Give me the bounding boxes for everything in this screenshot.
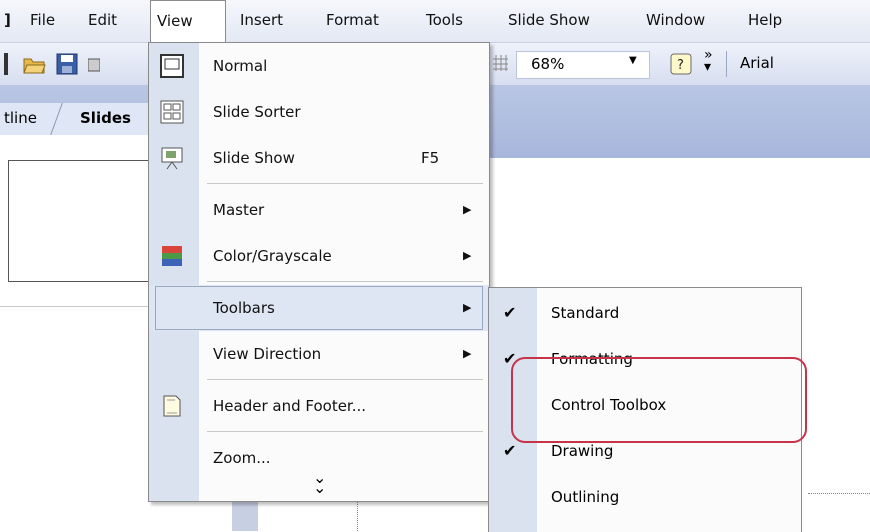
view-menu: Normal Slide Sorter Slide Show F5 Master… (148, 42, 490, 502)
menu-help[interactable]: Help (748, 0, 782, 42)
save-icon[interactable] (56, 53, 78, 79)
menu-file[interactable]: File (30, 0, 55, 42)
normal-view-icon (160, 54, 184, 78)
view-menu-item-color-grayscale[interactable]: Color/Grayscale ▶ (149, 233, 489, 279)
check-icon: ✔ (503, 303, 517, 322)
view-menu-label: Normal (213, 57, 268, 75)
window-edge-glyph: ] (4, 11, 11, 29)
toolbar-separator (726, 51, 727, 77)
pane-tabs: tline Slides (0, 103, 150, 135)
menu-separator (207, 183, 483, 184)
menu-tools[interactable]: Tools (426, 0, 463, 42)
color-grayscale-icon (160, 244, 184, 268)
tab-outline[interactable]: tline (4, 109, 37, 127)
toolbar-overflow-icon[interactable]: » ▾ (704, 48, 713, 74)
view-menu-label: Slide Show (213, 149, 295, 167)
menu-insert[interactable]: Insert (240, 0, 283, 42)
slide-show-icon (160, 146, 184, 170)
toolbar-item-label: Outlining (551, 488, 620, 506)
submenu-arrow-icon: ▶ (463, 301, 472, 314)
toolbar-item-outlining[interactable]: Outlining (489, 474, 801, 520)
pane-splitter[interactable] (232, 500, 258, 531)
menu-format[interactable]: Format (326, 0, 379, 42)
open-folder-icon[interactable] (22, 53, 46, 79)
shortcut-label: F5 (421, 149, 440, 167)
highlight-border (155, 286, 483, 330)
zoom-value: 68% (531, 55, 565, 73)
submenu-arrow-icon: ▶ (463, 203, 472, 216)
view-menu-item-master[interactable]: Master ▶ (149, 187, 489, 233)
menu-separator (207, 379, 483, 380)
pane-divider (0, 306, 150, 307)
menu-window[interactable]: Window (646, 0, 705, 42)
svg-text:?: ? (677, 58, 684, 73)
menu-view[interactable]: View (150, 0, 226, 44)
slide-thumbnail[interactable] (8, 160, 152, 282)
tab-divider (50, 103, 63, 135)
view-menu-label: Toolbars (213, 299, 275, 317)
view-menu-label: Color/Grayscale (213, 247, 332, 265)
toolbar-grip (4, 53, 8, 75)
view-menu-item-normal[interactable]: Normal (149, 43, 489, 89)
view-menu-label: Header and Footer... (213, 397, 367, 415)
zoom-dropdown-arrow-icon[interactable]: ▼ (629, 55, 637, 66)
header-footer-icon (160, 394, 184, 418)
menu-bar: ] File Edit View Insert Format Tools Sli… (0, 0, 870, 44)
submenu-arrow-icon: ▶ (463, 249, 472, 262)
menu-separator (207, 281, 483, 282)
annotation-highlight-box (511, 357, 807, 443)
view-menu-item-slide-sorter[interactable]: Slide Sorter (149, 89, 489, 135)
expand-menu-chevron-icon[interactable]: ⌄ ⌄ (313, 470, 326, 496)
toolbar-item-label: Standard (551, 304, 620, 322)
tab-slides[interactable]: Slides (80, 109, 131, 127)
view-menu-item-header-footer[interactable]: Header and Footer... (149, 383, 489, 429)
view-menu-item-toolbars[interactable]: Toolbars ▶ (149, 285, 489, 331)
toolbar-item-standard[interactable]: ✔ Standard (489, 290, 801, 336)
view-menu-label: View Direction (213, 345, 322, 363)
placeholder-guide (357, 500, 359, 531)
grid-icon[interactable] (492, 53, 508, 77)
menu-slide-show[interactable]: Slide Show (508, 0, 590, 42)
view-menu-item-view-direction[interactable]: View Direction ▶ (149, 331, 489, 377)
slide-sorter-icon (160, 100, 184, 124)
zoom-combobox[interactable]: 68% ▼ (516, 51, 650, 79)
menu-separator (207, 431, 483, 432)
view-menu-label: Master (213, 201, 265, 219)
help-icon[interactable]: ? (670, 53, 692, 79)
view-menu-label: Zoom... (213, 449, 271, 467)
view-menu-label: Slide Sorter (213, 103, 301, 121)
view-menu-item-slide-show[interactable]: Slide Show F5 (149, 135, 489, 181)
menu-edit[interactable]: Edit (88, 0, 117, 42)
submenu-arrow-icon: ▶ (463, 347, 472, 360)
placeholder-guide-horizontal (808, 493, 870, 495)
font-name-box[interactable]: Arial (740, 54, 774, 72)
print-icon[interactable] (87, 53, 101, 79)
